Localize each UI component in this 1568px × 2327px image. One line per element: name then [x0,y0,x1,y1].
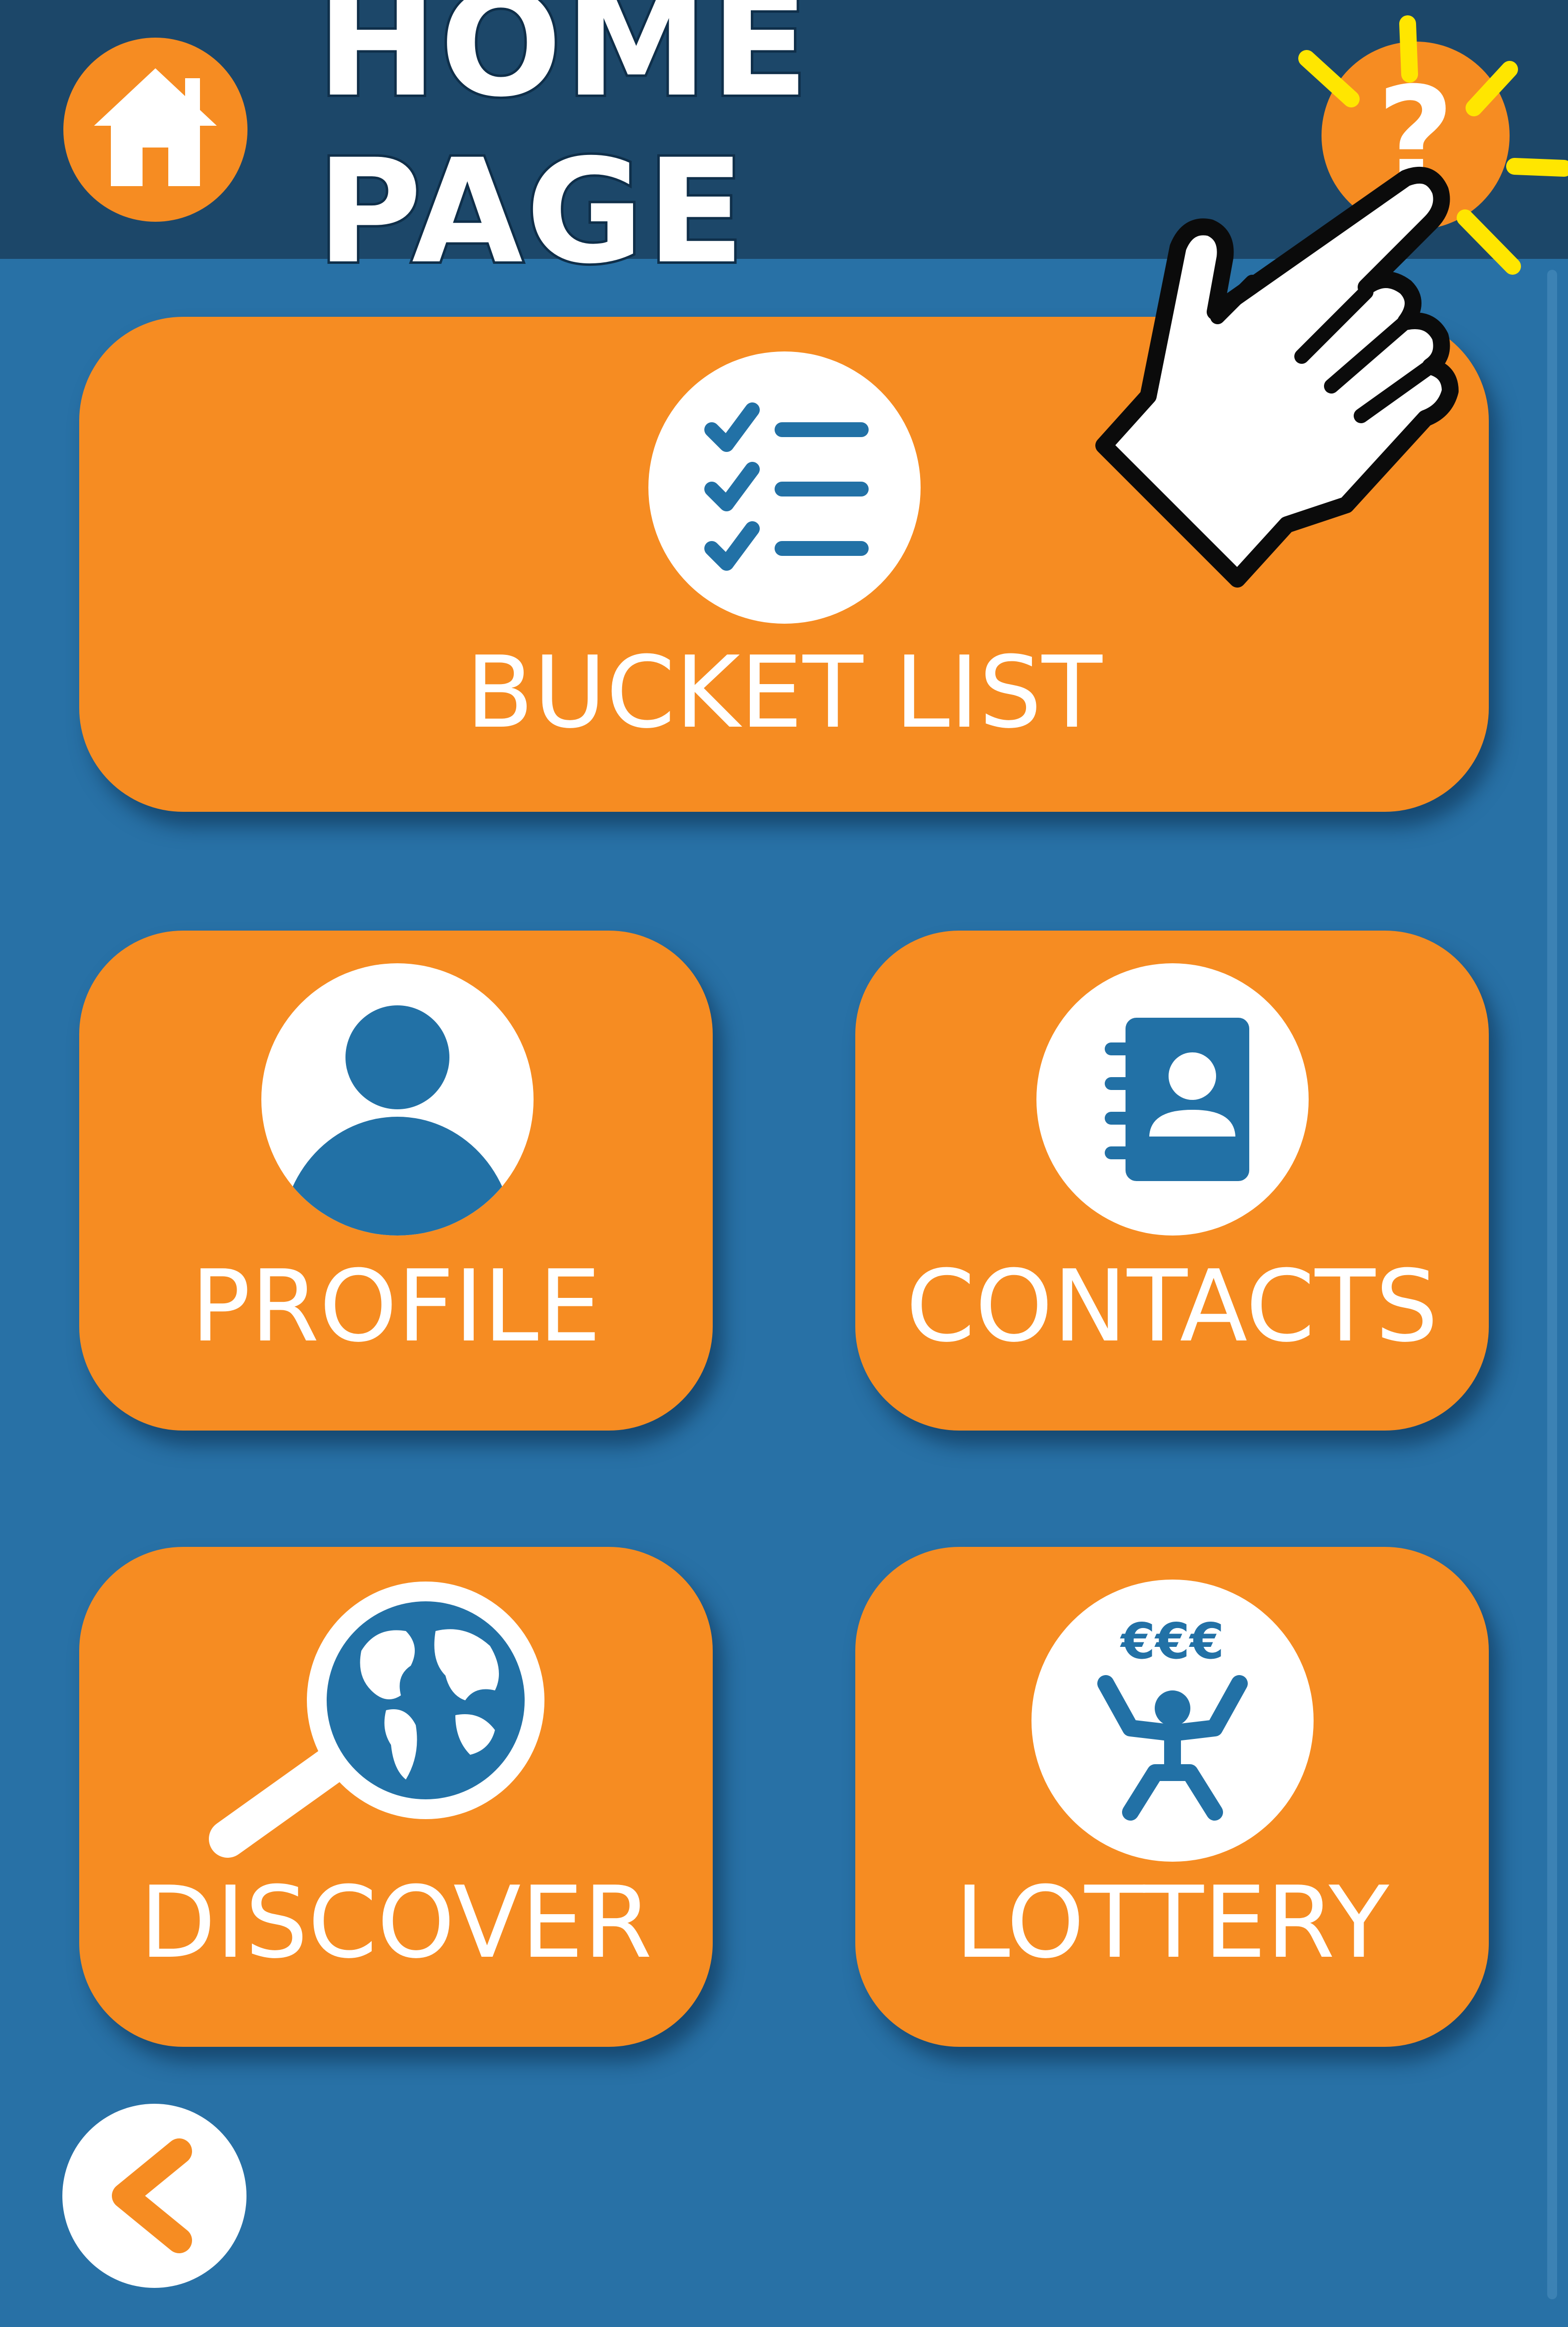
contacts-label: CONTACTS [906,1249,1438,1364]
discover-label: DISCOVER [140,1865,652,1980]
bucket-list-label: BUCKET LIST [465,635,1103,750]
back-button[interactable] [62,2104,246,2288]
profile-label: PROFILE [191,1249,601,1364]
address-book-icon [1036,963,1309,1236]
chevron-left-icon [112,2138,192,2253]
discover-button[interactable]: DISCOVER [79,1547,713,2047]
home-button[interactable] [63,38,247,222]
checklist-icon [648,351,921,624]
pointing-hand-icon [1095,166,1459,588]
home-icon [94,68,217,186]
contacts-button[interactable]: CONTACTS [855,931,1489,1431]
lottery-winner-icon: €€€ [1031,1580,1314,1862]
lottery-label: LOTTERY [955,1865,1389,1980]
scrollbar[interactable] [1547,270,1557,2299]
lottery-button[interactable]: €€€ LOTTERY [855,1547,1489,2047]
globe-magnifier-icon [209,1582,544,1858]
app-screen: HOME PAGE ? BUCKET LIST PROFILE CONTACTS… [0,0,1568,2327]
profile-button[interactable]: PROFILE [79,931,713,1431]
user-icon [261,963,534,1236]
